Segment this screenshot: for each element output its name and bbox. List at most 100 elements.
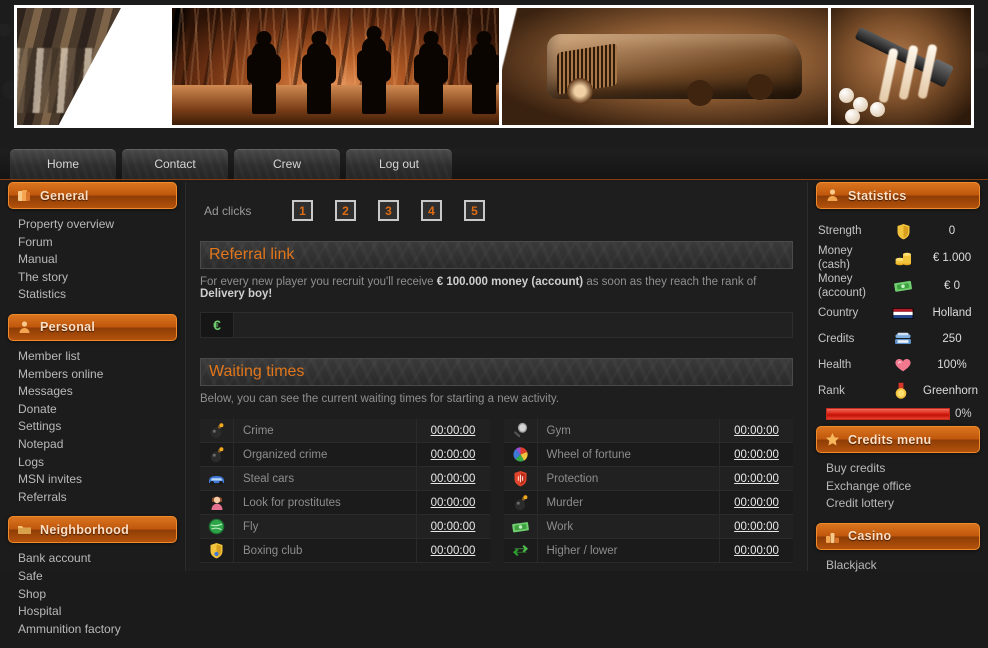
main-navigation: Home Contact Crew Log out [0, 149, 988, 180]
sidebar-item-member-list[interactable]: Member list [18, 348, 185, 366]
sidebar-personal-links: Member list Members online Messages Dona… [0, 341, 185, 516]
waiting-item-time[interactable]: 00:00:00 [719, 514, 793, 539]
sidebar-item-manual[interactable]: Manual [18, 251, 185, 269]
sidebar-item-buy-credits[interactable]: Buy credits [826, 460, 988, 478]
stat-row-money-cash: Money (cash) € 1.000 [808, 244, 988, 272]
ad-click-button-4[interactable]: 4 [421, 200, 442, 221]
referral-link-field-row: € [200, 312, 793, 338]
ad-click-button-3[interactable]: 3 [378, 200, 399, 221]
sidebar-item-msn-invites[interactable]: MSN invites [18, 471, 185, 489]
sidebar-item-credit-lottery[interactable]: Credit lottery [826, 495, 988, 513]
racket-icon [504, 418, 538, 443]
sidebar-item-shop[interactable]: Shop [18, 586, 185, 604]
nav-tab-crew[interactable]: Crew [234, 149, 340, 179]
nav-tab-home[interactable]: Home [10, 149, 116, 179]
sidebar-item-members-online[interactable]: Members online [18, 366, 185, 384]
stat-label: Health [818, 359, 852, 371]
referral-link-title: Referral link [209, 246, 295, 263]
ad-click-button-5[interactable]: 5 [464, 200, 485, 221]
waiting-item-time[interactable]: 00:00:00 [719, 490, 793, 515]
waiting-item-time[interactable]: 00:00:00 [719, 538, 793, 563]
nav-tab-contact[interactable]: Contact [122, 149, 228, 179]
money-icon [880, 279, 926, 294]
car-icon [200, 466, 234, 491]
rank-progress-label: 0% [955, 408, 972, 420]
telephone-icon [880, 331, 926, 347]
waiting-item-time[interactable]: 00:00:00 [415, 418, 490, 443]
stat-row-country: Country Holland [808, 300, 988, 326]
waiting-item-time[interactable]: 00:00:00 [415, 538, 490, 563]
heart-icon [880, 357, 926, 373]
waiting-item-time[interactable]: 00:00:00 [719, 418, 793, 443]
waiting-item-time[interactable]: 00:00:00 [719, 442, 793, 467]
referral-desc-amount: € 100.000 money (account) [436, 276, 584, 288]
coins-icon [880, 250, 926, 267]
rank-progress-row: 0% [808, 404, 988, 420]
waiting-times-right-column: Gym 00:00:00 Wheel of fortune 00:00:00 P… [503, 418, 793, 563]
waiting-times-left-column: Crime 00:00:00 Organized crime 00:00:00 … [200, 418, 490, 563]
waiting-item-name: Fly [243, 520, 259, 533]
referral-link-input[interactable] [234, 312, 793, 338]
color-wheel-icon [504, 442, 538, 467]
shield-gold-icon [880, 223, 926, 240]
sidebar-item-messages[interactable]: Messages [18, 383, 185, 401]
credits-menu-header: Credits menu [816, 426, 980, 453]
statistics-panel-header: Statistics [816, 182, 980, 209]
waiting-item-name: Gym [546, 424, 571, 437]
ad-click-button-1[interactable]: 1 [292, 200, 313, 221]
table-row: Crime 00:00:00 [200, 418, 490, 443]
sidebar-item-notepad[interactable]: Notepad [18, 436, 185, 454]
sidebar-item-settings[interactable]: Settings [18, 418, 185, 436]
stat-value: Greenhorn [923, 385, 978, 397]
sidebar-item-bank-account[interactable]: Bank account [18, 550, 185, 568]
sidebar-section-personal-header: Personal [8, 313, 177, 341]
waiting-item-time[interactable]: 00:00:00 [415, 466, 490, 491]
bomb-icon [504, 490, 538, 515]
person-icon [17, 320, 32, 335]
waiting-item-name: Work [546, 520, 574, 533]
casino-panel-title: Casino [848, 529, 892, 544]
waiting-item-name: Crime [243, 424, 274, 437]
sidebar-item-the-story[interactable]: The story [18, 269, 185, 287]
sidebar-item-ammunition-factory[interactable]: Ammunition factory [18, 621, 185, 639]
shield-red-icon [504, 466, 538, 491]
waiting-item-time[interactable]: 00:00:00 [719, 466, 793, 491]
sidebar-item-blackjack[interactable]: Blackjack [826, 557, 988, 575]
sidebar-item-donate[interactable]: Donate [18, 401, 185, 419]
nav-tab-logout[interactable]: Log out [346, 149, 452, 179]
stat-label: Country [818, 307, 859, 319]
stat-value: Holland [932, 307, 972, 319]
table-row: Fly 00:00:00 [200, 514, 490, 539]
prostitute-icon [200, 490, 234, 515]
sidebar-item-logs[interactable]: Logs [18, 454, 185, 472]
main-content: Ad clicks 1 2 3 4 5 Referral link For ev… [185, 182, 808, 571]
stat-row-strength: Strength 0 [808, 218, 988, 244]
waiting-item-time[interactable]: 00:00:00 [415, 514, 490, 539]
sidebar-item-hospital[interactable]: Hospital [18, 603, 185, 621]
sidebar-item-forum[interactable]: Forum [18, 234, 185, 252]
medal-icon [878, 382, 923, 400]
stat-row-rank: Rank Greenhorn [808, 378, 988, 404]
sidebar-neighborhood-links: Bank account Safe Shop Hospital Ammuniti… [0, 543, 185, 648]
table-row: Organized crime 00:00:00 [200, 442, 490, 467]
table-row: Gym 00:00:00 [503, 418, 793, 443]
sidebar-item-referrals[interactable]: Referrals [18, 489, 185, 507]
stat-value: 0 [948, 225, 956, 237]
books-icon [17, 188, 32, 203]
sidebar-item-property-overview[interactable]: Property overview [18, 216, 185, 234]
waiting-item-time[interactable]: 00:00:00 [415, 442, 490, 467]
sidebar-section-personal-title: Personal [40, 320, 96, 335]
waiting-item-name: Boxing club [243, 544, 303, 557]
sidebar-item-statistics[interactable]: Statistics [18, 286, 185, 304]
left-sidebar: General Property overview Forum Manual T… [0, 182, 185, 636]
sidebar-item-exchange-office[interactable]: Exchange office [826, 478, 988, 496]
table-row: Higher / lower 00:00:00 [503, 538, 793, 563]
euro-currency-icon: € [200, 312, 234, 338]
sidebar-section-neighborhood-header: Neighborhood [8, 516, 177, 544]
ad-click-button-2[interactable]: 2 [335, 200, 356, 221]
referral-link-header: Referral link [200, 241, 793, 269]
waiting-item-time[interactable]: 00:00:00 [415, 490, 490, 515]
right-sidebar: Statistics Strength 0 Money (cash) € 1.0… [808, 182, 988, 572]
waiting-times-subtitle: Below, you can see the current waiting t… [200, 393, 560, 405]
banner-image-car [501, 8, 828, 125]
